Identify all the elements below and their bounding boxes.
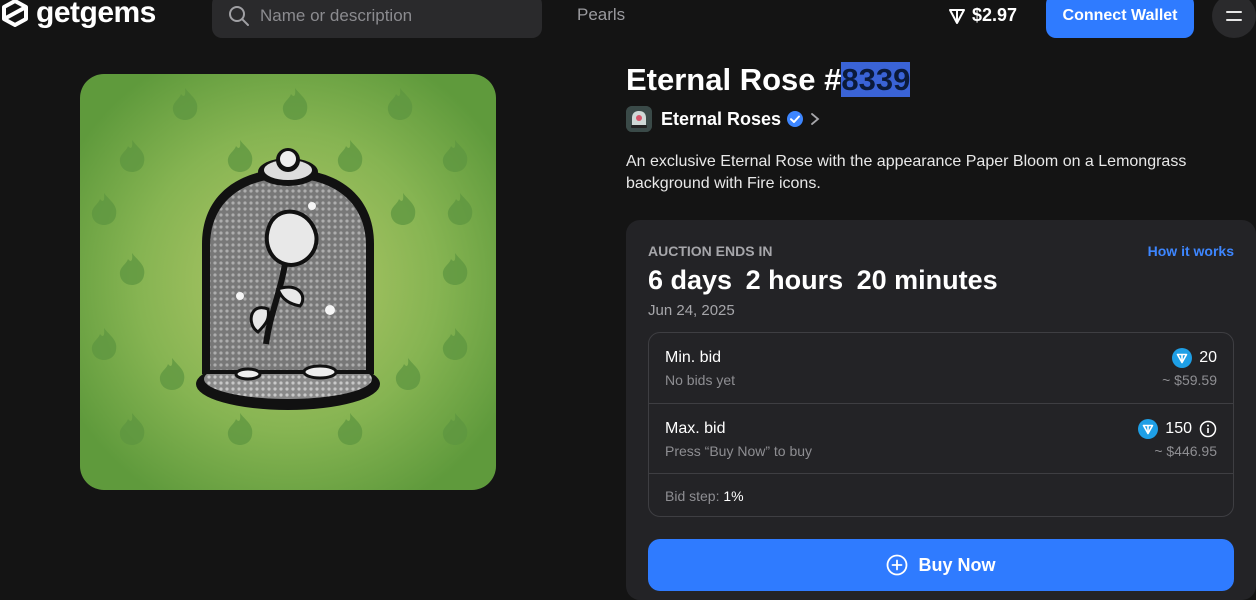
max-bid-amount: 150 <box>1165 420 1192 437</box>
min-bid-amount: 20 <box>1199 349 1217 366</box>
ton-icon <box>1172 348 1193 368</box>
bids-panel: Min. bid No bids yet 20 ~ $59.59 Max. bi… <box>648 332 1234 517</box>
eternal-rose-artwork <box>80 74 496 490</box>
max-bid-label: Max. bid <box>665 420 726 437</box>
getgems-logo-icon <box>2 0 28 27</box>
min-bid-row: Min. bid No bids yet 20 ~ $59.59 <box>649 333 1233 403</box>
ton-icon <box>1138 419 1159 439</box>
bid-step-row: Bid step: 1% <box>649 473 1233 517</box>
collection-name: Eternal Roses <box>661 108 782 129</box>
collection-avatar <box>626 106 652 132</box>
search-icon <box>229 6 249 26</box>
auction-countdown: 6 days 2 hours 20 minutes <box>648 265 1004 296</box>
auction-end-date: Jun 24, 2025 <box>648 302 735 319</box>
max-bid-sub: Press “Buy Now” to buy <box>665 443 813 459</box>
menu-button[interactable] <box>1212 0 1256 38</box>
nft-title-number: 8339 <box>841 62 911 97</box>
search-bar[interactable] <box>212 0 542 38</box>
bid-step: Bid step: 1% <box>665 488 744 504</box>
min-bid-value: 20 <box>1172 348 1217 368</box>
top-bar: getgems Pearls $2.97 Connect Wallet <box>0 0 1256 44</box>
bid-step-value: 1% <box>723 488 744 504</box>
buy-now-label: Buy Now <box>918 554 996 575</box>
info-icon[interactable] <box>1199 420 1217 438</box>
menu-icon-line <box>1226 19 1242 21</box>
auction-ends-label: AUCTION ENDS IN <box>648 243 773 259</box>
ton-icon <box>949 8 965 24</box>
max-bid-usd: ~ $446.95 <box>1154 443 1217 459</box>
chevron-right-icon <box>811 113 820 125</box>
countdown-minutes: 20 minutes <box>856 265 998 295</box>
logo[interactable]: getgems <box>0 0 156 30</box>
menu-icon-line <box>1226 11 1242 13</box>
countdown-hours: 2 hours <box>745 265 844 295</box>
collection-link[interactable]: Eternal Roses <box>626 106 820 132</box>
connect-wallet-button[interactable]: Connect Wallet <box>1046 0 1194 38</box>
countdown-days: 6 days <box>648 265 733 295</box>
nft-image[interactable] <box>80 74 496 490</box>
max-bid-value: 150 <box>1138 419 1217 439</box>
min-bid-usd: ~ $59.59 <box>1162 372 1217 388</box>
bid-step-label: Bid step: <box>665 488 720 504</box>
nav-link-pearls[interactable]: Pearls <box>577 5 625 25</box>
nft-description: An exclusive Eternal Rose with the appea… <box>626 153 1187 192</box>
min-bid-sub: No bids yet <box>665 372 736 388</box>
auction-card: AUCTION ENDS IN How it works 6 days 2 ho… <box>626 220 1256 600</box>
verified-icon <box>787 111 804 127</box>
nft-title-prefix: Eternal Rose # <box>626 62 842 97</box>
how-it-works-link[interactable]: How it works <box>1148 243 1234 259</box>
max-bid-row: Max. bid Press “Buy Now” to buy 150 ~ $4… <box>649 403 1233 473</box>
ton-balance[interactable]: $2.97 <box>948 5 1017 26</box>
buy-now-button[interactable]: Buy Now <box>648 539 1234 591</box>
search-input[interactable] <box>260 6 520 26</box>
min-bid-label: Min. bid <box>665 349 722 366</box>
logo-text: getgems <box>36 0 156 29</box>
nft-title: Eternal Rose #8339 <box>626 62 911 98</box>
plus-circle-icon <box>887 554 908 576</box>
balance-value: $2.97 <box>972 5 1018 25</box>
